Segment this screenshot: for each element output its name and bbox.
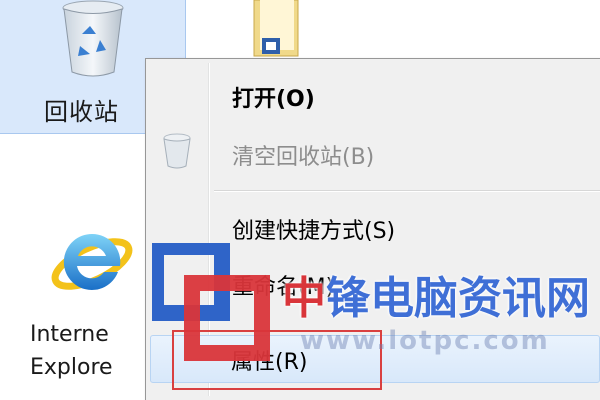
watermark-brand: 中锋电脑资讯网: [282, 262, 590, 326]
watermark-logo-icon: [148, 239, 270, 361]
empty-recycle-bin-icon: [160, 133, 194, 171]
menu-item-empty-recycle-bin[interactable]: 清空回收站(B): [232, 139, 374, 171]
recycle-bin-label: 回收站: [44, 98, 119, 126]
ie-label-line1: Interne: [30, 322, 109, 347]
watermark-url: www.lotpc.com: [300, 326, 550, 356]
internet-explorer-label: Interne Explore: [30, 318, 113, 384]
recycle-bin-icon[interactable]: [58, 0, 128, 82]
watermark-brand-red: 中: [282, 273, 326, 324]
folder-icon[interactable]: [244, 0, 304, 62]
ie-label-line2: Explore: [30, 355, 113, 380]
menu-item-open[interactable]: 打开(O): [232, 81, 315, 113]
menu-item-create-shortcut[interactable]: 创建快捷方式(S): [232, 213, 395, 245]
menu-separator: [214, 190, 600, 192]
internet-explorer-icon[interactable]: [48, 220, 136, 306]
watermark-brand-blue: 锋电脑资讯网: [326, 273, 590, 324]
